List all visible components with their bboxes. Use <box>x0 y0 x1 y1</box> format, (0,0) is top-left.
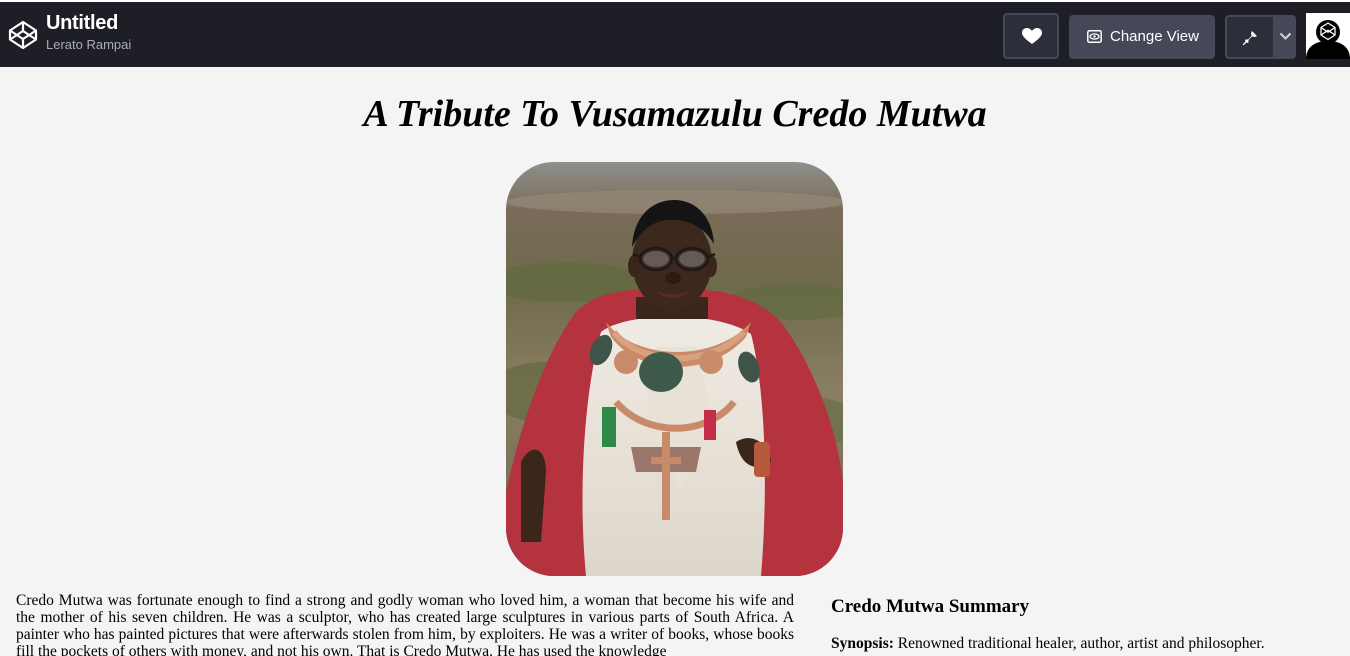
change-view-button[interactable]: Change View <box>1069 15 1215 59</box>
pin-button[interactable] <box>1225 15 1275 59</box>
change-view-label: Change View <box>1110 28 1199 45</box>
portrait-image <box>506 162 843 576</box>
summary-heading: Credo Mutwa Summary <box>831 596 1030 617</box>
pen-title[interactable]: Untitled <box>46 12 131 34</box>
synopsis-label: Synopsis: <box>831 635 894 652</box>
codepen-header: Untitled Lerato Rampai Change View <box>0 0 1350 67</box>
pin-icon <box>1242 29 1257 46</box>
pin-dropdown-button[interactable] <box>1275 15 1296 59</box>
pen-preview: A Tribute To Vusamazulu Credo Mutwa Cred… <box>0 67 1350 656</box>
heart-icon <box>1022 28 1042 44</box>
synopsis-text: Renowned traditional healer, author, art… <box>893 635 1265 652</box>
user-avatar-icon <box>1306 13 1350 59</box>
pen-title-block: Untitled Lerato Rampai <box>46 12 131 52</box>
synopsis-line: Synopsis: Renowned traditional healer, a… <box>831 635 1265 653</box>
page-title: A Tribute To Vusamazulu Credo Mutwa <box>363 93 987 135</box>
pen-author[interactable]: Lerato Rampai <box>46 37 131 52</box>
eye-icon <box>1087 30 1102 43</box>
credo-mutwa-portrait <box>506 162 843 576</box>
codepen-logo-icon[interactable] <box>8 20 38 50</box>
chevron-down-icon <box>1279 32 1292 40</box>
user-avatar[interactable] <box>1306 13 1350 59</box>
biography-paragraph: Credo Mutwa was fortunate enough to find… <box>16 592 794 656</box>
like-button[interactable] <box>1003 13 1059 59</box>
pin-controls <box>1225 15 1296 59</box>
